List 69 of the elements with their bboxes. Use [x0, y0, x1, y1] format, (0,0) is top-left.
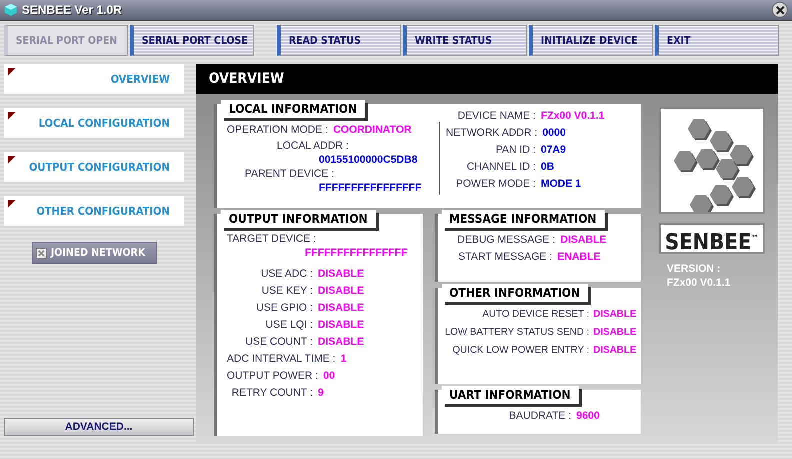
field-label: POWER MODE : — [455, 177, 536, 192]
field-value: 00 — [323, 369, 336, 384]
field-label: AUTO DEVICE RESET : — [482, 308, 590, 322]
field-label: LOCAL ADDR : — [276, 140, 349, 152]
toolbar-button[interactable]: EXIT — [655, 25, 779, 56]
field-value: DISABLE — [594, 308, 637, 322]
sidebar-item[interactable]: LOCAL CONFIGURATION — [4, 108, 184, 138]
field-value: 9600 — [576, 409, 600, 424]
toolbar-button[interactable]: SERIAL PORT CLOSE — [130, 25, 254, 56]
toolbar-button[interactable]: INITIALIZE DEVICE — [529, 25, 653, 56]
brand-logo: SENBEE$^{™}$ — [659, 223, 765, 254]
field-value: 0000 — [542, 126, 566, 141]
field-value: DISABLE — [318, 267, 364, 282]
version-label: VERSION : — [667, 262, 722, 276]
field-label: OUTPUT POWER : — [227, 369, 318, 384]
field-label: USE LQI : — [264, 318, 313, 333]
field-value: FFFFFFFFFFFFFFFF — [318, 181, 423, 195]
field-value: MODE 1 — [541, 177, 582, 192]
sidebar-item[interactable]: OTHER CONFIGURATION — [4, 196, 184, 226]
x-box-icon — [36, 248, 47, 258]
field-value: DISABLE — [560, 233, 607, 248]
field-label: START MESSAGE : — [458, 250, 552, 265]
toolbar-button[interactable]: WRITE STATUS — [403, 25, 527, 56]
field-value: 07A9 — [541, 143, 566, 158]
field-value: DISABLE — [318, 301, 364, 316]
field-value: DISABLE — [318, 318, 364, 333]
sidebar-item[interactable]: OVERVIEW — [4, 64, 184, 94]
field-label: DEBUG MESSAGE : — [458, 233, 556, 248]
window-title: SENBEE Ver 1.0R — [22, 3, 124, 17]
cube-icon — [4, 3, 18, 17]
field-label: TARGET DEVICE : — [227, 233, 316, 245]
section-title: OVERVIEW — [196, 64, 778, 94]
field-label: USE COUNT : — [244, 335, 313, 350]
advanced-button[interactable]: ADVANCED... — [4, 418, 194, 436]
field-label: OPERATION MODE : — [227, 123, 328, 138]
corner-mark-icon — [8, 112, 16, 120]
field-label: CHANNEL ID : — [466, 160, 536, 175]
field-value: FFFFFFFFFFFFFFFF — [304, 246, 409, 260]
field-label: QUICK LOW POWER ENTRY : — [452, 344, 590, 358]
field-value: 0B — [541, 160, 554, 175]
corner-mark-icon — [8, 156, 16, 164]
field-value: FZx00 V0.1.1 — [541, 109, 605, 124]
field-label: USE KEY : — [260, 284, 313, 299]
field-label: DEVICE NAME : — [456, 109, 536, 124]
field-label: ADC INTERVAL TIME : — [227, 352, 336, 367]
close-button[interactable] — [772, 2, 788, 18]
corner-mark-icon — [8, 200, 16, 208]
field-label: BAUDRATE : — [508, 409, 572, 424]
field-label: PAN ID : — [494, 143, 536, 158]
field-value: ENABLE — [558, 250, 601, 265]
toolbar-button[interactable]: READ STATUS — [277, 25, 401, 56]
sidebar-item[interactable]: OUTPUT CONFIGURATION — [4, 152, 184, 182]
field-label: RETRY COUNT : — [230, 386, 313, 401]
version-value: FZx00 V0.1.1 — [667, 276, 732, 290]
field-value: DISABLE — [318, 335, 364, 350]
field-value: COORDINATOR — [333, 123, 412, 138]
corner-mark-icon — [8, 68, 16, 76]
field-label: LOW BATTERY STATUS SEND : — [444, 326, 590, 340]
field-value: 00155100000C5DB8 — [318, 153, 419, 167]
field-label: USE GPIO : — [255, 301, 313, 316]
field-value: DISABLE — [318, 284, 364, 299]
field-value: 1 — [340, 352, 347, 367]
field-label: PARENT DEVICE : — [244, 168, 334, 180]
close-icon — [776, 6, 784, 14]
field-value: 9 — [318, 386, 324, 401]
field-value: DISABLE — [594, 326, 637, 340]
field-value: DISABLE — [594, 344, 637, 358]
field-label: NETWORK ADDR : — [446, 126, 538, 141]
field-label: USE ADC : — [260, 267, 313, 282]
